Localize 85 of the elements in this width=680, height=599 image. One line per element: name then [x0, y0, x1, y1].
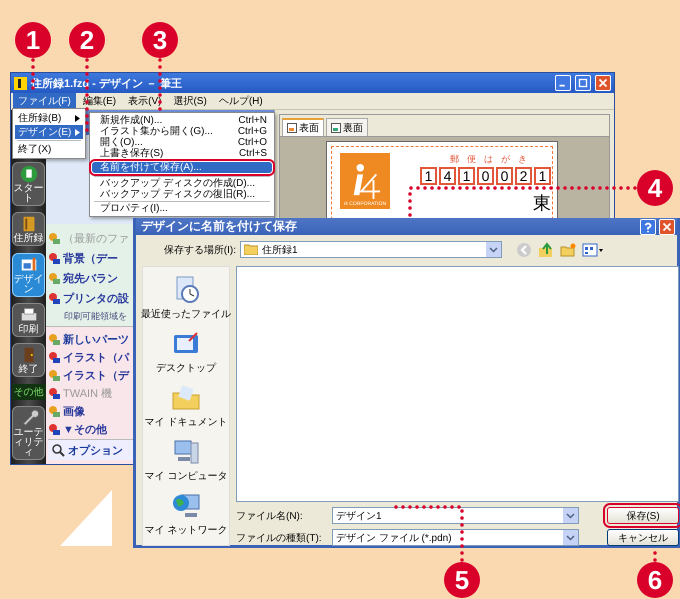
- panel-item[interactable]: 新しいパーツ: [48, 331, 129, 347]
- callout-number: 2: [69, 22, 105, 58]
- panel-item[interactable]: 宛先バラン: [48, 270, 118, 286]
- location-label: 保存する場所(I):: [162, 244, 236, 256]
- menu-item[interactable]: ファイル(F): [13, 93, 76, 109]
- file-type-dropdown[interactable]: デザイン ファイル (*.pdn): [332, 529, 579, 546]
- panel-item[interactable]: 画像: [48, 403, 85, 419]
- menu-item[interactable]: 名前を付けて保存(A)...: [92, 162, 272, 173]
- maximize-button[interactable]: [575, 75, 591, 91]
- menu-item[interactable]: 選択(S): [168, 93, 212, 109]
- file-name-label: ファイル名(N):: [236, 510, 304, 522]
- toolbar-button[interactable]: デザイン: [12, 252, 45, 297]
- place-shortcut[interactable]: マイ ネットワーク: [144, 491, 228, 537]
- callout-number: 5: [444, 562, 480, 598]
- postal-code-digit: 0: [477, 167, 494, 185]
- menu-item[interactable]: バックアップ ディスクの復旧(R)...: [92, 189, 272, 200]
- callout-number: 1: [15, 22, 51, 58]
- pin-icon: [48, 386, 61, 400]
- app-icon: [14, 76, 27, 90]
- address-text: 東: [533, 193, 551, 213]
- pin-icon: [48, 272, 61, 284]
- magnifier-icon: [52, 444, 65, 456]
- callout-number: 6: [637, 562, 673, 598]
- pin-icon: [48, 350, 61, 364]
- cancel-button[interactable]: キャンセル: [607, 529, 679, 546]
- location-dropdown[interactable]: 住所録1: [240, 241, 502, 258]
- callout-number: 3: [142, 22, 178, 58]
- pin-icon: [48, 404, 61, 418]
- corner-triangle: [60, 490, 112, 546]
- pin-icon: [48, 422, 61, 436]
- page-icon: [287, 123, 297, 133]
- toolbar-button[interactable]: 住所録: [12, 212, 45, 246]
- pin-icon: [48, 252, 61, 264]
- panel-item[interactable]: 背景（デー: [48, 250, 118, 266]
- section-label: その他: [12, 384, 46, 400]
- postcard-heading: 郵便はがき: [449, 153, 535, 165]
- menu-item[interactable]: 終了(X): [15, 142, 83, 156]
- dialog-title: デザインに名前を付けて保存: [141, 218, 298, 235]
- panel-item[interactable]: イラスト（デ: [48, 367, 129, 383]
- pin-icon: [48, 232, 61, 244]
- postal-code-digit: 1: [534, 167, 551, 185]
- pin-icon: [48, 292, 61, 304]
- panel-note: 印刷可能領域を: [63, 310, 127, 322]
- place-shortcut[interactable]: マイ ドキュメント: [144, 383, 228, 429]
- menu-item[interactable]: ヘルプ(H): [214, 93, 268, 109]
- tab[interactable]: 表面: [282, 118, 324, 136]
- page-icon: [331, 122, 341, 132]
- place-shortcut[interactable]: 最近使ったファイル: [141, 275, 231, 321]
- toolbar-button[interactable]: ユーティリティ: [12, 406, 45, 460]
- panel-item[interactable]: ▼その他: [48, 421, 107, 437]
- toolbar-button[interactable]: スタート: [12, 162, 45, 206]
- panel-item[interactable]: プリンタの設: [48, 290, 129, 306]
- tab[interactable]: 裏面: [326, 118, 368, 136]
- file-type-label: ファイルの種類(T):: [236, 532, 323, 544]
- postal-code-digit: 4: [439, 167, 456, 185]
- views-menu-icon[interactable]: [582, 242, 604, 258]
- round-icon: [18, 164, 38, 184]
- postal-code-digit: 2: [515, 167, 532, 185]
- menu-item[interactable]: バックアップ ディスクの作成(D)...: [92, 178, 272, 189]
- place-shortcut[interactable]: デスクトップ: [156, 329, 216, 375]
- close-button[interactable]: [595, 75, 611, 91]
- menu-item[interactable]: 住所録(B): [15, 111, 83, 125]
- folder-icon: [244, 244, 258, 255]
- toolbar-button[interactable]: 印刷: [12, 302, 45, 337]
- pin-icon: [48, 332, 61, 346]
- menu-item[interactable]: 上書き保存(S) Ctrl+S: [92, 148, 272, 159]
- pin-icon: [48, 368, 61, 382]
- menu-item[interactable]: プロパティ(I)...: [92, 203, 272, 214]
- toolbar-button[interactable]: 終了: [12, 343, 45, 378]
- file-name-field[interactable]: デザイン1: [332, 507, 579, 524]
- callout-number: 4: [637, 170, 673, 206]
- menu-item[interactable]: イラスト集から開く(G)... Ctrl+G: [92, 126, 272, 137]
- close-button[interactable]: [659, 218, 675, 234]
- place-shortcut[interactable]: マイ コンピュータ: [144, 437, 228, 483]
- menu-item[interactable]: デザイン(E): [15, 125, 83, 139]
- postal-code-digit: 1: [458, 167, 475, 185]
- help-button[interactable]: [640, 218, 656, 234]
- minimize-button[interactable]: [555, 75, 571, 91]
- postal-code-digit: 0: [496, 167, 513, 185]
- postal-code-digit: 1: [420, 167, 437, 185]
- up-folder-icon[interactable]: [538, 242, 554, 258]
- menu-item[interactable]: 開く(O)... Ctrl+O: [92, 137, 272, 148]
- menu-item[interactable]: 新規作成(N)... Ctrl+N: [92, 115, 272, 126]
- panel-item[interactable]: イラスト（パ: [48, 349, 129, 365]
- new-folder-icon[interactable]: [560, 242, 576, 258]
